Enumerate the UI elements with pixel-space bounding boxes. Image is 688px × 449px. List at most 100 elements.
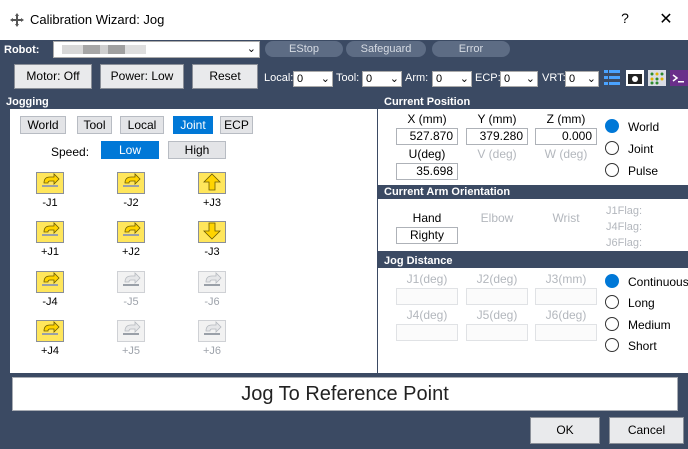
rotate-icon bbox=[36, 320, 64, 342]
j3-distance-label: J3(mm) bbox=[545, 272, 587, 286]
jog-button-minus-j6: -J6 bbox=[197, 271, 227, 311]
jog-button-plusminus-j1[interactable]: +J1 bbox=[35, 221, 65, 261]
rotate-icon bbox=[36, 172, 64, 194]
jog-button-label: -J1 bbox=[42, 197, 58, 209]
distance-medium-radio[interactable] bbox=[605, 317, 619, 331]
distance-medium-label: Medium bbox=[628, 318, 671, 332]
hand-value: Righty bbox=[396, 227, 458, 244]
jog-button-plusminus-j2[interactable]: +J2 bbox=[116, 221, 146, 261]
mode-joint[interactable]: Joint bbox=[173, 116, 213, 134]
j5-distance-label: J5(deg) bbox=[476, 308, 518, 322]
ecp-value: 0 bbox=[504, 73, 511, 85]
speed-low-button[interactable]: Low bbox=[101, 141, 159, 159]
camera-icon[interactable] bbox=[625, 68, 645, 88]
position-header: Current Position bbox=[378, 95, 688, 109]
distance-continuous-label: Continuous bbox=[628, 275, 688, 289]
chevron-down-icon: ⌄ bbox=[246, 43, 256, 55]
terminal-icon[interactable] bbox=[669, 68, 688, 88]
jog-button-label: +J1 bbox=[40, 246, 60, 258]
distance-short-radio[interactable] bbox=[605, 338, 619, 352]
local-label: Local: bbox=[264, 72, 294, 84]
vrt-value: 0 bbox=[569, 73, 576, 85]
ok-button[interactable]: OK bbox=[530, 417, 600, 444]
jog-button-minus-j3[interactable]: -J3 bbox=[197, 221, 227, 261]
robot-name-redacted bbox=[62, 45, 146, 54]
list-view-icon[interactable] bbox=[602, 68, 622, 88]
chevron-down-icon: ⌄ bbox=[459, 73, 469, 85]
j1-distance-label: J1(deg) bbox=[406, 272, 448, 286]
cancel-button[interactable]: Cancel bbox=[609, 417, 684, 444]
robot-select[interactable]: ⌄ bbox=[53, 41, 260, 58]
chevron-down-icon: ⌄ bbox=[586, 73, 596, 85]
jog-button-plusminus-j4[interactable]: +J4 bbox=[35, 320, 65, 360]
jog-button-plusminus-j3[interactable]: +J3 bbox=[197, 172, 227, 212]
distance-long-label: Long bbox=[628, 296, 655, 310]
position-pulse-label: Pulse bbox=[628, 164, 659, 178]
close-button[interactable]: ✕ bbox=[655, 9, 677, 31]
position-pulse-radio[interactable] bbox=[605, 163, 619, 177]
position-joint-radio[interactable] bbox=[605, 141, 619, 155]
robot-label: Robot: bbox=[4, 44, 40, 56]
jog-distance-header: Jog Distance bbox=[378, 254, 688, 268]
mode-world[interactable]: World bbox=[20, 116, 66, 134]
tool-select[interactable]: 0 ⌄ bbox=[362, 71, 402, 87]
motor-button[interactable]: Motor: Off bbox=[14, 64, 92, 89]
position-world-radio[interactable] bbox=[605, 119, 619, 133]
estop-indicator: EStop bbox=[265, 41, 343, 57]
u-label: U(deg) bbox=[408, 147, 446, 161]
rotate-icon bbox=[198, 271, 226, 293]
jogging-header: Jogging bbox=[0, 95, 378, 109]
y-label: Y (mm) bbox=[477, 112, 517, 126]
ecp-label: ECP: bbox=[475, 72, 501, 84]
power-button[interactable]: Power: Low bbox=[100, 64, 184, 89]
mode-tool[interactable]: Tool bbox=[77, 116, 112, 134]
distance-continuous-radio[interactable] bbox=[605, 274, 619, 288]
j1flag-label: J1Flag: bbox=[606, 205, 643, 217]
arrow-down-icon bbox=[198, 221, 226, 243]
j2-distance-label: J2(deg) bbox=[476, 272, 518, 286]
rotate-icon bbox=[36, 221, 64, 243]
mode-ecp[interactable]: ECP bbox=[220, 116, 253, 134]
move-icon bbox=[10, 13, 24, 27]
vrt-select[interactable]: 0 ⌄ bbox=[565, 71, 599, 87]
title-bar: Calibration Wizard: Jog ? ✕ bbox=[0, 0, 688, 40]
jog-button-label: +J4 bbox=[40, 345, 60, 357]
j4-distance-input[interactable] bbox=[396, 324, 458, 341]
jog-button-label: -J3 bbox=[204, 246, 220, 258]
jog-button-label: -J2 bbox=[123, 197, 139, 209]
vrt-label: VRT: bbox=[542, 72, 566, 84]
jog-button-label: +J2 bbox=[121, 246, 141, 258]
reset-button[interactable]: Reset bbox=[192, 64, 258, 89]
j5-distance-input[interactable] bbox=[466, 324, 528, 341]
jog-button-minus-j1[interactable]: -J1 bbox=[35, 172, 65, 212]
elbow-label: Elbow bbox=[480, 211, 514, 225]
j2-distance-input[interactable] bbox=[466, 288, 528, 305]
rotate-icon bbox=[36, 271, 64, 293]
arrow-up-icon bbox=[198, 172, 226, 194]
jog-button-plusminus-j6: +J6 bbox=[197, 320, 227, 360]
arm-select[interactable]: 0 ⌄ bbox=[432, 71, 472, 87]
rotate-icon bbox=[117, 271, 145, 293]
j4-distance-label: J4(deg) bbox=[406, 308, 448, 322]
jog-to-reference-button[interactable]: Jog To Reference Point bbox=[12, 377, 678, 411]
jog-button-minus-j2[interactable]: -J2 bbox=[116, 172, 146, 212]
j1-distance-input[interactable] bbox=[396, 288, 458, 305]
jog-button-label: +J6 bbox=[202, 345, 222, 357]
mode-local[interactable]: Local bbox=[120, 116, 164, 134]
j6-distance-input[interactable] bbox=[535, 324, 597, 341]
local-select[interactable]: 0 ⌄ bbox=[293, 71, 333, 87]
jog-button-label: -J5 bbox=[123, 296, 139, 308]
z-value: 0.000 bbox=[535, 128, 597, 145]
arm-value: 0 bbox=[436, 73, 443, 85]
help-button[interactable]: ? bbox=[615, 10, 635, 30]
rotate-icon bbox=[198, 320, 226, 342]
distance-short-label: Short bbox=[628, 339, 657, 353]
jog-button-minus-j4[interactable]: -J4 bbox=[35, 271, 65, 311]
window-title: Calibration Wizard: Jog bbox=[30, 12, 165, 27]
distance-long-radio[interactable] bbox=[605, 295, 619, 309]
speed-high-button[interactable]: High bbox=[168, 141, 226, 159]
ecp-select[interactable]: 0 ⌄ bbox=[500, 71, 538, 87]
j3-distance-input[interactable] bbox=[535, 288, 597, 305]
jog-button-label: +J5 bbox=[121, 345, 141, 357]
io-monitor-icon[interactable] bbox=[647, 68, 667, 88]
